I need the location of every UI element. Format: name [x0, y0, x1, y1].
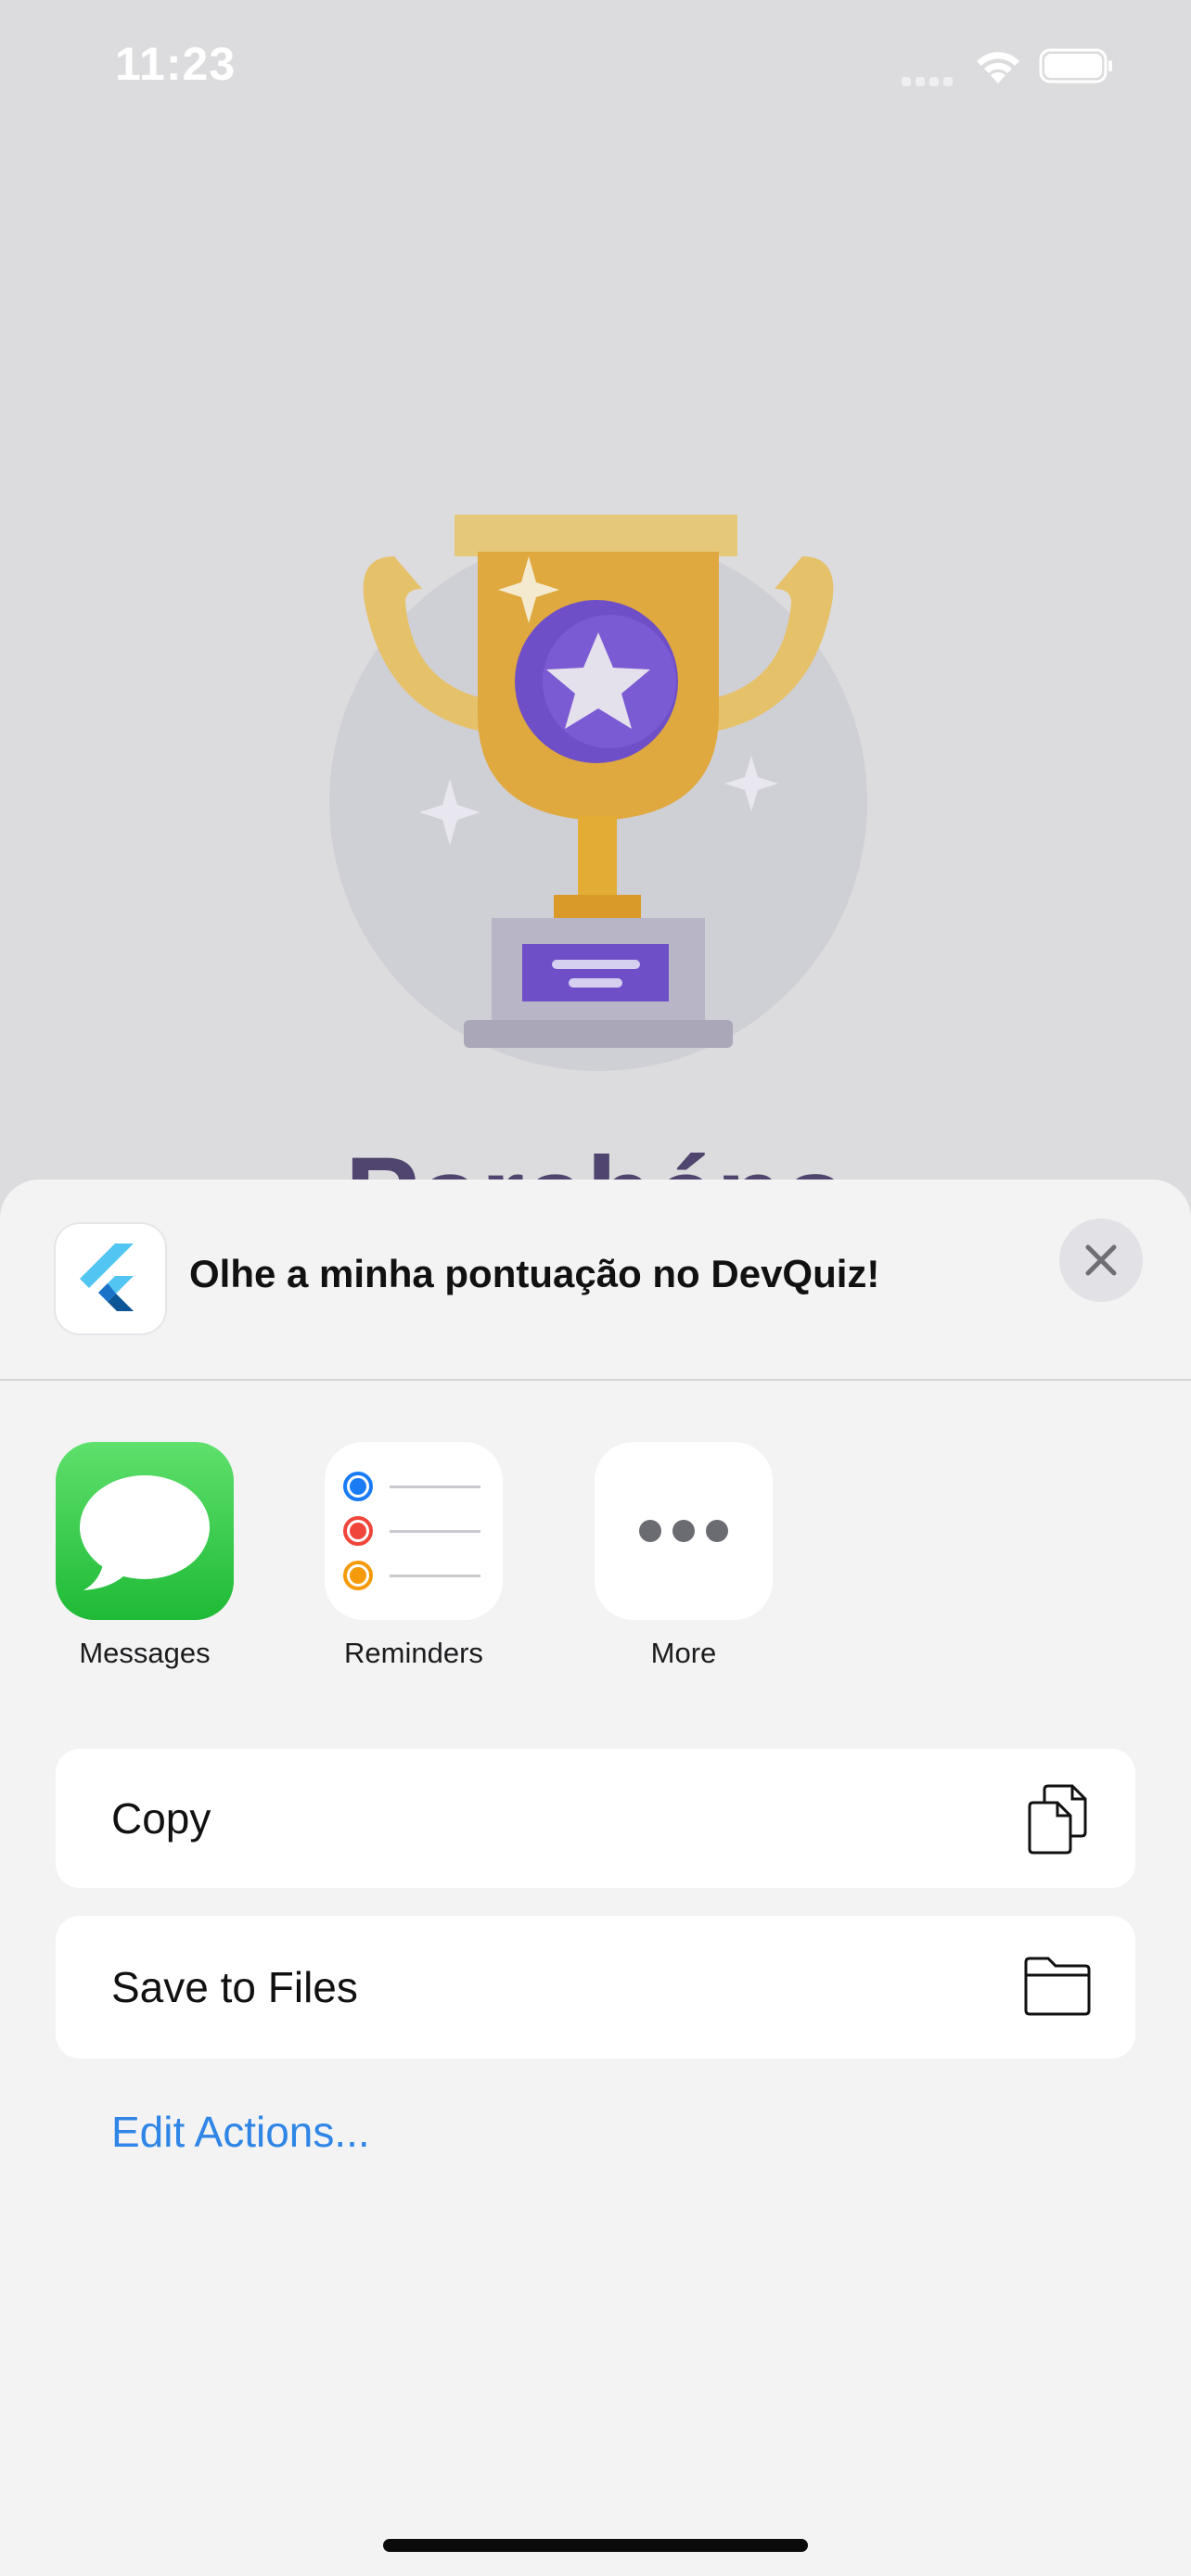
background-heading: Parabéns: [0, 1136, 1191, 1180]
share-title: Olhe a minha pontuação no DevQuiz!: [189, 1252, 880, 1295]
share-app-reminders[interactable]: Reminders: [325, 1442, 503, 1670]
battery-icon: [1039, 48, 1112, 83]
cellular-signal-icon: [902, 74, 959, 87]
divider: [0, 1379, 1191, 1381]
share-app-more[interactable]: More: [595, 1442, 773, 1670]
action-label: Save to Files: [111, 1963, 358, 2011]
copy-icon: [1028, 1784, 1087, 1855]
ellipsis-icon: [595, 1442, 773, 1620]
edit-actions-link[interactable]: Edit Actions...: [111, 2107, 370, 2157]
app-label: More: [650, 1637, 717, 1669]
close-icon: [1085, 1244, 1117, 1276]
messages-icon: [56, 1442, 234, 1620]
close-button[interactable]: [1059, 1218, 1143, 1302]
folder-icon: [1024, 1957, 1091, 2016]
app-label: Messages: [79, 1637, 211, 1669]
copy-action[interactable]: Copy: [56, 1749, 1135, 1888]
app-label: Reminders: [344, 1637, 483, 1669]
flutter-app-icon: [56, 1224, 165, 1333]
status-time: 11:23: [115, 38, 237, 90]
share-sheet: Olhe a minha pontuação no DevQuiz! Messa…: [0, 1180, 1191, 2576]
reminders-icon: [325, 1442, 503, 1620]
wifi-icon: [977, 52, 1019, 83]
action-label: Copy: [111, 1794, 211, 1843]
home-indicator[interactable]: [383, 2539, 808, 2552]
save-to-files-action[interactable]: Save to Files: [56, 1916, 1135, 2059]
trophy-illustration: [329, 515, 867, 1071]
flutter-logo-icon: [80, 1243, 134, 1311]
share-app-messages[interactable]: Messages: [56, 1442, 234, 1670]
